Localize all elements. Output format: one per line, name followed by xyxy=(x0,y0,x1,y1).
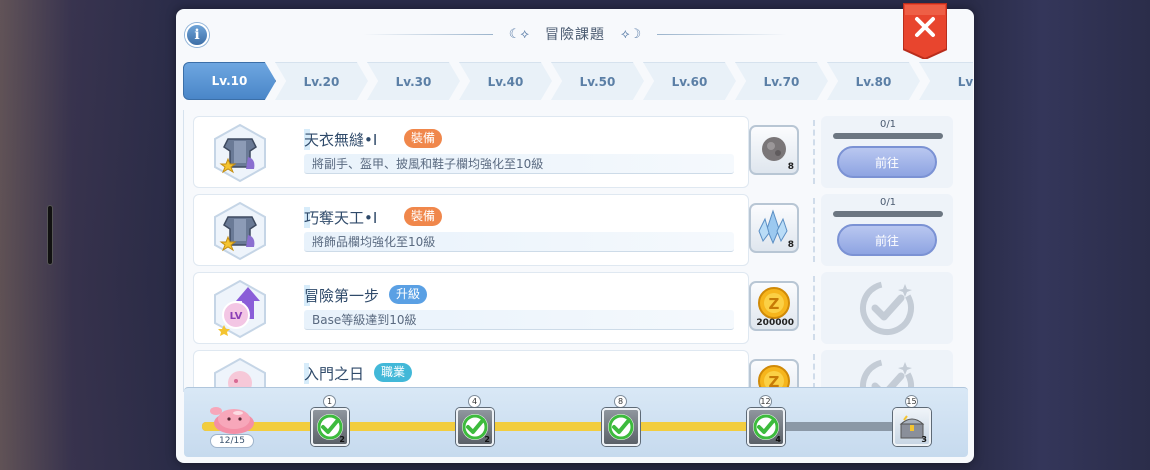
tab-lv70[interactable]: Lv.70 xyxy=(735,62,828,100)
reward-quantity: 8 xyxy=(787,162,794,172)
level-tabs: Lv.10 Lv.20 Lv.30 Lv.40 Lv.50 Lv.60 Lv.70 Lv.80… xyxy=(183,62,973,100)
background-right xyxy=(970,0,1150,470)
quest-title: 入門之日 xyxy=(304,363,365,384)
title-decoration-right xyxy=(657,33,788,35)
quest-status-area xyxy=(813,350,953,392)
quest-status-area: 0/1 前往 xyxy=(813,194,953,266)
tab-lv50[interactable]: Lv.50 xyxy=(551,62,644,100)
milestone-threshold: 1 xyxy=(323,395,336,408)
quest-category-badge: 職業 xyxy=(374,363,413,382)
svg-text:Z: Z xyxy=(769,295,780,313)
quest-row: 巧奪天工•I 裝備 將飾品欄均強化至10級 8 0/1 前往 xyxy=(193,194,953,266)
reward-quantity: 8 xyxy=(787,240,794,250)
adventure-quest-panel: i ☾⟡ 冒險課題 ⟡☽ Lv.10 Lv.20 Lv.30 Lv.40 Lv.50 Lv… xyxy=(176,3,974,463)
milestone-reward[interactable]: 3 xyxy=(893,408,931,446)
poring-mascot-icon xyxy=(210,407,254,434)
milestone-bar: 12/15 1 2 4 2 8 12 4 15 3 xyxy=(184,387,968,457)
armor-icon xyxy=(214,201,266,261)
reward-slot[interactable]: 8 xyxy=(749,203,799,253)
quest-progress-bar xyxy=(833,211,943,217)
go-button[interactable]: 前往 xyxy=(837,146,937,178)
quest-title: 天衣無縫•I xyxy=(304,129,378,150)
svg-text:LV: LV xyxy=(230,311,243,322)
side-drawer-handle[interactable] xyxy=(47,205,53,265)
milestone-reward-quantity: 3 xyxy=(921,435,927,444)
check-icon xyxy=(608,414,634,440)
quest-progress-text: 0/1 xyxy=(879,119,897,130)
quest-list[interactable]: 天衣無縫•I 裝備 將副手、盔甲、披風和鞋子欄均強化至10級 8 0/1 前往 xyxy=(183,110,968,392)
go-button[interactable]: 前往 xyxy=(837,224,937,256)
tab-lv[interactable]: Lv xyxy=(919,62,973,100)
tab-lv20[interactable]: Lv.20 xyxy=(275,62,368,100)
quest-category-badge: 升級 xyxy=(389,285,428,304)
quest-row: LV 冒險第一步 升級 Base等級達到10級 Z 200000 xyxy=(193,272,953,344)
milestone-reward[interactable]: 2 xyxy=(311,408,349,446)
armor-icon xyxy=(214,123,266,183)
crescent-right-icon: ⟡☽ xyxy=(621,26,642,42)
quest-row: 天衣無縫•I 裝備 將副手、盔甲、披風和鞋子欄均強化至10級 8 0/1 前往 xyxy=(193,116,953,188)
quest-category-badge: 裝備 xyxy=(404,129,443,148)
milestone-threshold: 12 xyxy=(759,395,772,408)
reward-slot[interactable]: Z 200000 xyxy=(749,281,799,331)
quest-card: 入門之日 職業 xyxy=(193,350,749,392)
milestone-reward-quantity: 2 xyxy=(339,435,345,444)
level-up-icon: LV xyxy=(214,279,266,339)
quest-status-area xyxy=(813,272,953,344)
quest-progress-bar xyxy=(833,133,943,139)
milestone-reward[interactable]: 2 xyxy=(456,408,494,446)
milestone-reward[interactable]: 4 xyxy=(747,408,785,446)
quest-title: 冒險第一步 xyxy=(304,285,380,306)
tab-lv10[interactable]: Lv.10 xyxy=(183,62,276,100)
page-title: 冒險課題 xyxy=(545,27,605,43)
quest-description: Base等級達到10級 xyxy=(304,310,734,330)
quest-card: 巧奪天工•I 裝備 將飾品欄均強化至10級 xyxy=(193,194,749,266)
milestone-threshold: 15 xyxy=(905,395,918,408)
milestone-reward-quantity: 2 xyxy=(484,435,490,444)
milestone-count: 12/15 xyxy=(210,434,254,448)
quest-row: 入門之日 職業 Z xyxy=(193,350,953,392)
reward-quantity: 200000 xyxy=(756,318,794,328)
milestone-reward-quantity: 4 xyxy=(775,435,781,444)
tab-lv80[interactable]: Lv.80 xyxy=(827,62,920,100)
milestone-threshold: 8 xyxy=(614,395,627,408)
milestone-reward[interactable] xyxy=(602,408,640,446)
background-left xyxy=(0,0,180,470)
title-bar: ☾⟡ 冒險課題 ⟡☽ xyxy=(176,23,974,45)
quest-title: 巧奪天工•I xyxy=(304,207,378,228)
quest-category-badge: 裝備 xyxy=(404,207,443,226)
quest-progress-text: 0/1 xyxy=(879,197,897,208)
tab-lv30[interactable]: Lv.30 xyxy=(367,62,460,100)
quest-description: 將副手、盔甲、披風和鞋子欄均強化至10級 xyxy=(304,154,734,174)
crescent-left-icon: ☾⟡ xyxy=(508,26,529,42)
milestone-track-fill xyxy=(202,422,786,431)
quest-status-area: 0/1 前往 xyxy=(813,116,953,188)
milestone-threshold: 4 xyxy=(468,395,481,408)
reward-slot[interactable]: 8 xyxy=(749,125,799,175)
tab-lv60[interactable]: Lv.60 xyxy=(643,62,736,100)
tab-lv40[interactable]: Lv.40 xyxy=(459,62,552,100)
close-button[interactable] xyxy=(903,3,947,59)
quest-description: 將飾品欄均強化至10級 xyxy=(304,232,734,252)
completed-check-icon xyxy=(860,281,914,335)
quest-card: LV 冒險第一步 升級 Base等級達到10級 xyxy=(193,272,749,344)
quest-card: 天衣無縫•I 裝備 將副手、盔甲、披風和鞋子欄均強化至10級 xyxy=(193,116,749,188)
title-decoration-left xyxy=(362,33,493,35)
